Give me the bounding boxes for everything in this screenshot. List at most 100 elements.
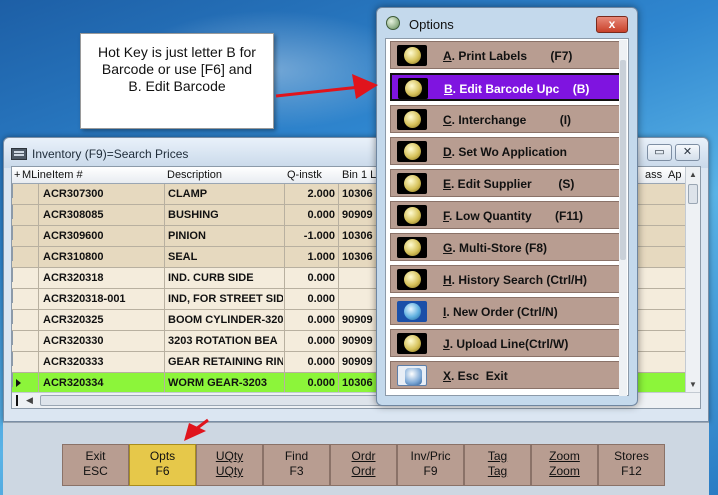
option-edit-barcode[interactable]: B. Edit Barcode Upc (B): [390, 73, 626, 101]
qinstk-cell: 0.000: [307, 293, 335, 305]
column-divider: [164, 184, 165, 205]
globe-icon: [397, 45, 427, 66]
options-titlebar: Options x: [377, 8, 637, 36]
close-button[interactable]: ✕: [675, 144, 700, 161]
mline-cell: [25, 352, 39, 373]
find-button[interactable]: Find F3: [263, 444, 330, 486]
col-header-ap[interactable]: Ap: [668, 169, 681, 181]
option-hotkey: G: [443, 241, 453, 255]
exit-button[interactable]: Exit ESC: [62, 444, 129, 486]
inventory-title: Inventory (F9)=Search Prices: [32, 147, 189, 161]
mline-cell: [25, 268, 39, 289]
option-text: . New Order (Ctrl/N): [446, 305, 558, 319]
option-new-order[interactable]: I. New Order (Ctrl/N): [390, 297, 626, 325]
bin-cell: 90909: [342, 356, 373, 368]
col-header-qinstk[interactable]: Q-instk: [287, 169, 322, 181]
scroll-up-icon[interactable]: ▲: [689, 170, 697, 179]
option-label: E. Edit Supplier (S): [443, 177, 574, 191]
mline-cell: [25, 310, 39, 331]
col-header-description[interactable]: Description: [167, 169, 222, 181]
mline-cell: [25, 331, 39, 352]
options-app-icon: [386, 16, 400, 30]
column-divider: [284, 184, 285, 205]
button-hotkey: ESC: [83, 464, 108, 478]
item-cell: ACR320325: [43, 314, 104, 326]
row-indicator: [12, 247, 13, 261]
column-divider: [338, 247, 339, 268]
description-cell: SEAL: [168, 251, 198, 263]
column-divider: [164, 352, 165, 373]
col-header-item[interactable]: Item #: [52, 169, 83, 181]
option-text: . Print Labels (F7): [451, 49, 573, 63]
scroll-left-icon[interactable]: ◀: [26, 395, 33, 406]
function-key-toolbar: Exit ESC Opts F6 UQty UQty Find F3 Ordr …: [3, 422, 709, 495]
option-multi-store[interactable]: G. Multi-Store (F8): [390, 233, 626, 261]
bin-cell: 10306: [342, 251, 373, 263]
globe-icon: [397, 173, 427, 194]
option-low-quantity[interactable]: F. Low Quantity (F11): [390, 201, 626, 229]
button-hotkey: F6: [155, 464, 170, 478]
mline-cell: [25, 289, 39, 310]
col-header-bin[interactable]: Bin 1 L: [342, 169, 376, 181]
column-divider: [284, 310, 285, 331]
opts-button[interactable]: Opts F6: [129, 444, 196, 486]
option-history-search[interactable]: H. History Search (Ctrl/H): [390, 265, 626, 293]
column-divider: [164, 289, 165, 310]
globe-icon: [398, 78, 428, 99]
col-header-indicator[interactable]: +: [14, 169, 20, 181]
globe-icon: [397, 333, 427, 354]
option-edit-supplier[interactable]: E. Edit Supplier (S): [390, 169, 626, 197]
current-row-indicator-icon: [12, 373, 13, 387]
col-header-class[interactable]: ass: [645, 169, 662, 181]
horizontal-scroll-thumb[interactable]: [40, 395, 420, 406]
description-cell: GEAR RETAINING RIN: [168, 356, 283, 368]
item-cell: ACR320333: [43, 356, 104, 368]
description-cell: WORM GEAR-3203: [168, 377, 268, 389]
row-indicator: [12, 184, 13, 198]
callout-line: Barcode or use [F6] and: [101, 61, 253, 77]
qinstk-cell: 0.000: [307, 272, 335, 284]
option-exit[interactable]: X. Esc Exit: [390, 361, 626, 389]
order-button[interactable]: Ordr Ordr: [330, 444, 397, 486]
qinstk-cell: 2.000: [307, 188, 335, 200]
col-header-mline[interactable]: MLine: [22, 169, 52, 181]
annotation-callout: Hot Key is just letter B for Barcode or …: [80, 33, 274, 129]
inv-pric-button[interactable]: Inv/Pric F9: [397, 444, 464, 486]
column-divider: [338, 268, 339, 289]
description-cell: BOOM CYLINDER-320: [168, 314, 283, 326]
item-cell: ACR307300: [43, 188, 104, 200]
option-hotkey: X: [443, 369, 452, 383]
option-text: . Low Quantity (F11): [449, 209, 584, 223]
options-close-button[interactable]: x: [596, 16, 628, 33]
options-scrollbar[interactable]: [619, 40, 627, 396]
option-interchange[interactable]: C. Interchange (I): [390, 105, 626, 133]
row-indicator: [12, 352, 13, 366]
vertical-scroll-thumb[interactable]: [688, 184, 698, 204]
scroll-down-icon[interactable]: ▼: [689, 380, 697, 389]
option-label: I. New Order (Ctrl/N): [443, 305, 558, 319]
option-print-labels[interactable]: A. Print Labels (F7): [390, 41, 626, 69]
option-set-wo-application[interactable]: D. Set Wo Application: [390, 137, 626, 165]
button-hotkey: UQty: [215, 464, 244, 478]
option-upload-line[interactable]: J. Upload Line(Ctrl/W): [390, 329, 626, 357]
globe-icon: [397, 269, 427, 290]
qinstk-cell: 0.000: [307, 335, 335, 347]
mline-cell: [25, 184, 39, 205]
options-scroll-thumb[interactable]: [620, 60, 626, 260]
splitter-handle[interactable]: [16, 395, 18, 406]
mline-cell: [25, 226, 39, 247]
button-hotkey: F12: [621, 464, 642, 478]
button-hotkey: Zoom: [549, 464, 580, 478]
restore-button[interactable]: ▭: [647, 144, 672, 161]
uqty-button[interactable]: UQty UQty: [196, 444, 263, 486]
options-list: A. Print Labels (F7) B. Edit Barcode Upc…: [385, 38, 629, 396]
button-hotkey: F9: [423, 464, 438, 478]
option-hotkey: A: [443, 49, 452, 63]
vertical-scrollbar[interactable]: ▲ ▼: [685, 167, 700, 393]
zoom-button[interactable]: Zoom Zoom: [531, 444, 598, 486]
qinstk-cell: 0.000: [307, 356, 335, 368]
option-label: C. Interchange (I): [443, 113, 571, 127]
stores-button[interactable]: Stores F12: [598, 444, 665, 486]
button-label: Stores: [614, 449, 649, 463]
tag-button[interactable]: Tag Tag: [464, 444, 531, 486]
